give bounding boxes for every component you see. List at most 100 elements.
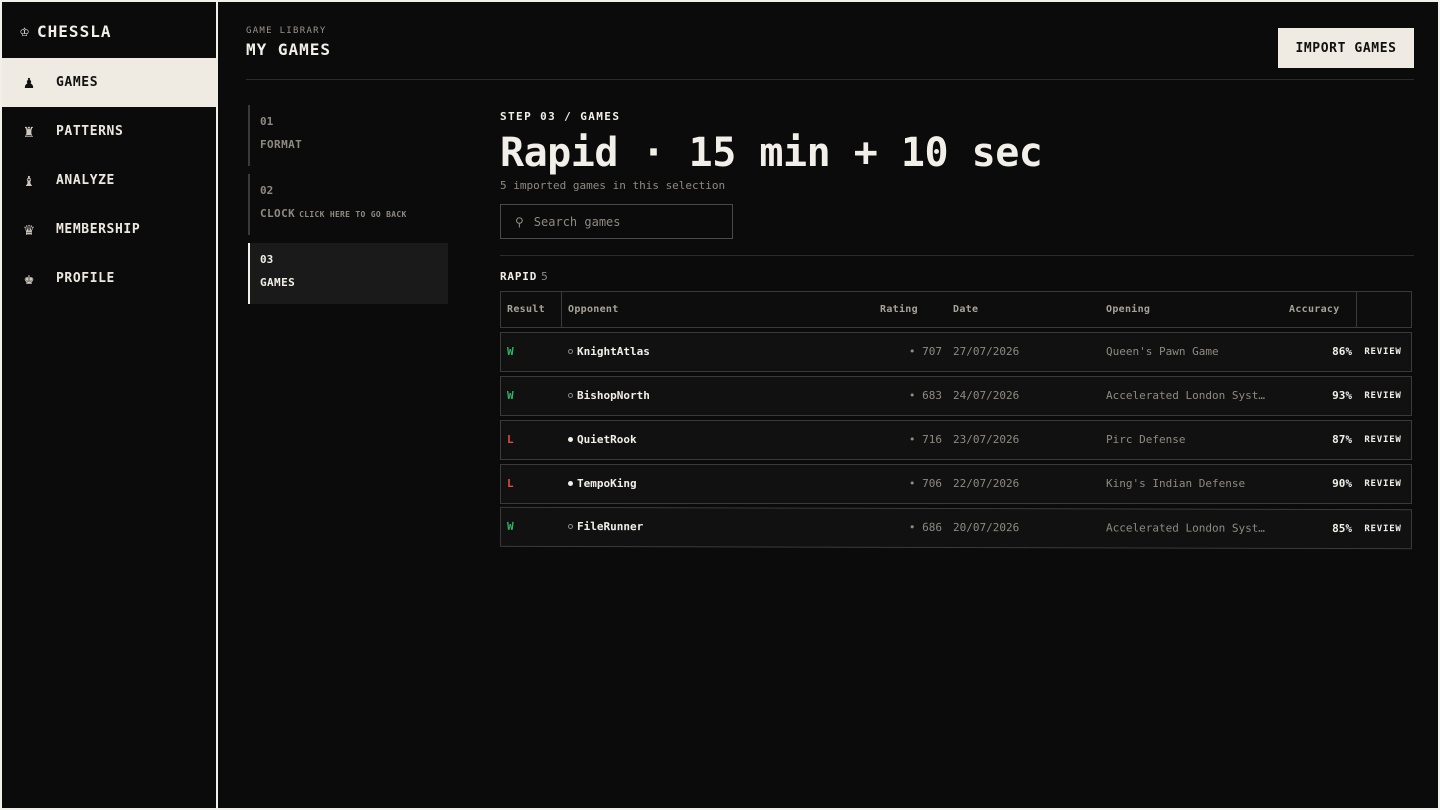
search-input[interactable] xyxy=(533,214,714,229)
step-title: FORMAT xyxy=(260,138,303,151)
table-header: Result Opponent Rating Date Opening Accu… xyxy=(500,291,1412,328)
result-badge: L xyxy=(507,433,514,446)
table-row[interactable]: L QuietRook • 716 23/07/2026 Pirc Defens… xyxy=(500,420,1412,460)
main-content: STEP 03 / GAMES Rapid · 15 min + 10 sec … xyxy=(499,110,1414,550)
opponent-cell: QuietRook xyxy=(568,433,637,446)
step-label: STEP 03 / GAMES xyxy=(500,110,621,123)
step-title: CLOCK CLICK HERE TO GO BACK xyxy=(260,207,438,220)
column-divider xyxy=(561,292,562,327)
step-games[interactable]: 03 GAMES xyxy=(248,243,448,304)
queen-icon: ♛ xyxy=(23,219,35,240)
column-header-rating[interactable]: Rating xyxy=(880,304,918,315)
opening-cell: Queen's Pawn Game xyxy=(1106,345,1219,358)
brand[interactable]: ♔ CHESSLA xyxy=(20,20,111,42)
rating-cell: • 716 xyxy=(908,433,942,446)
sidebar-item-label: PROFILE xyxy=(56,271,115,286)
review-button[interactable]: REVIEW xyxy=(1355,333,1411,371)
column-header-date[interactable]: Date xyxy=(953,304,978,315)
result-badge: W xyxy=(506,519,514,533)
group-label: RAPID xyxy=(500,270,538,283)
king-icon: ♔ xyxy=(20,22,30,40)
date-cell: 23/07/2026 xyxy=(953,433,1020,446)
rating-cell: • 707 xyxy=(908,345,942,358)
table-row[interactable]: W BishopNorth • 683 24/07/2026 Accelerat… xyxy=(500,376,1412,416)
accuracy-cell: 93% xyxy=(1332,389,1352,402)
rating-cell: • 686 xyxy=(908,520,943,534)
date-cell: 20/07/2026 xyxy=(952,520,1020,535)
table-row[interactable]: L TempoKing • 706 22/07/2026 King's Indi… xyxy=(500,464,1412,504)
opponent-cell: TempoKing xyxy=(568,477,637,490)
bishop-icon: ♝ xyxy=(23,170,35,191)
pawn-icon: ♟ xyxy=(23,72,35,93)
selection-title: Rapid · 15 min + 10 sec xyxy=(500,130,1043,176)
rook-icon: ♜ xyxy=(23,121,35,142)
king-icon: ♚ xyxy=(23,268,35,289)
app-window: ♔ CHESSLA ♟ GAMES ♜ PATTERNS ♝ ANALYZE ♛… xyxy=(0,0,1440,810)
status-dot xyxy=(567,523,574,529)
opponent-name: TempoKing xyxy=(577,477,637,490)
sidebar-item-label: MEMBERSHIP xyxy=(56,222,141,237)
step-list: 01 FORMAT 02 CLOCK CLICK HERE TO GO BACK … xyxy=(248,105,448,312)
page-header: GAME LIBRARY MY GAMES IMPORT GAMES xyxy=(246,26,1414,80)
opponent-name: BishopNorth xyxy=(577,389,650,402)
review-button[interactable]: REVIEW xyxy=(1355,421,1411,459)
step-number: 01 xyxy=(260,115,274,128)
date-cell: 22/07/2026 xyxy=(953,477,1020,490)
step-clock[interactable]: 02 CLOCK CLICK HERE TO GO BACK xyxy=(248,174,448,235)
step-hint: CLICK HERE TO GO BACK xyxy=(299,210,407,219)
opponent-name: QuietRook xyxy=(577,433,637,446)
sidebar-item-label: PATTERNS xyxy=(56,124,124,139)
sidebar-item-patterns[interactable]: ♜ PATTERNS xyxy=(2,107,218,156)
column-header-accuracy[interactable]: Accuracy xyxy=(1289,304,1340,315)
accuracy-cell: 85% xyxy=(1332,521,1353,536)
rating-cell: • 706 xyxy=(908,477,942,490)
column-header-opening[interactable]: Opening xyxy=(1106,304,1150,315)
table-row[interactable]: W KnightAtlas • 707 27/07/2026 Queen's P… xyxy=(500,332,1412,372)
step-format[interactable]: 01 FORMAT xyxy=(248,105,448,166)
opponent-cell: KnightAtlas xyxy=(568,345,650,358)
date-cell: 27/07/2026 xyxy=(953,345,1020,358)
sidebar-item-label: ANALYZE xyxy=(56,173,115,188)
games-table: Result Opponent Rating Date Opening Accu… xyxy=(499,291,1413,550)
review-button[interactable]: REVIEW xyxy=(1355,465,1411,503)
selection-subtitle: 5 imported games in this selection xyxy=(500,179,726,192)
opponent-cell: FileRunner xyxy=(567,520,643,533)
sidebar-item-analyze[interactable]: ♝ ANALYZE xyxy=(2,156,218,205)
opening-cell: King's Indian Defense xyxy=(1106,477,1246,490)
table-row[interactable]: W FileRunner • 686 20/07/2026 Accelerate… xyxy=(499,506,1413,550)
accuracy-cell: 90% xyxy=(1332,477,1352,490)
page-title: MY GAMES xyxy=(246,40,332,59)
step-number: 03 xyxy=(260,253,274,266)
result-badge: W xyxy=(507,389,514,402)
column-header-opponent[interactable]: Opponent xyxy=(568,304,619,315)
status-dot xyxy=(568,349,573,354)
divider xyxy=(500,255,1414,256)
sidebar-item-profile[interactable]: ♚ PROFILE xyxy=(2,254,218,303)
status-dot xyxy=(568,393,573,398)
sidebar-item-membership[interactable]: ♛ MEMBERSHIP xyxy=(2,205,218,254)
opening-cell: Accelerated London Syst… xyxy=(1106,389,1265,402)
search-box[interactable]: ⚲ xyxy=(500,204,733,239)
group-count: 5 xyxy=(541,270,549,283)
group-heading: RAPID 5 xyxy=(500,270,1414,283)
import-games-button[interactable]: IMPORT GAMES xyxy=(1278,28,1414,68)
sidebar-item-games[interactable]: ♟ GAMES xyxy=(2,58,218,107)
step-title-text: CLOCK xyxy=(260,207,296,220)
opening-cell: Accelerated London Syst… xyxy=(1105,521,1265,535)
search-icon: ⚲ xyxy=(515,214,524,229)
review-button[interactable]: REVIEW xyxy=(1355,510,1411,548)
column-divider xyxy=(1356,292,1357,327)
status-dot xyxy=(568,481,573,486)
opponent-name: KnightAtlas xyxy=(577,345,650,358)
page-eyebrow: GAME LIBRARY xyxy=(246,26,327,36)
column-header-result[interactable]: Result xyxy=(507,304,545,315)
accuracy-cell: 87% xyxy=(1332,433,1352,446)
accuracy-cell: 86% xyxy=(1332,345,1352,358)
status-dot xyxy=(568,437,573,442)
opponent-cell: BishopNorth xyxy=(568,389,650,402)
step-title: GAMES xyxy=(260,276,296,289)
brand-name: CHESSLA xyxy=(37,21,112,41)
review-button[interactable]: REVIEW xyxy=(1355,377,1411,415)
date-cell: 24/07/2026 xyxy=(953,389,1020,402)
result-badge: L xyxy=(507,477,514,490)
